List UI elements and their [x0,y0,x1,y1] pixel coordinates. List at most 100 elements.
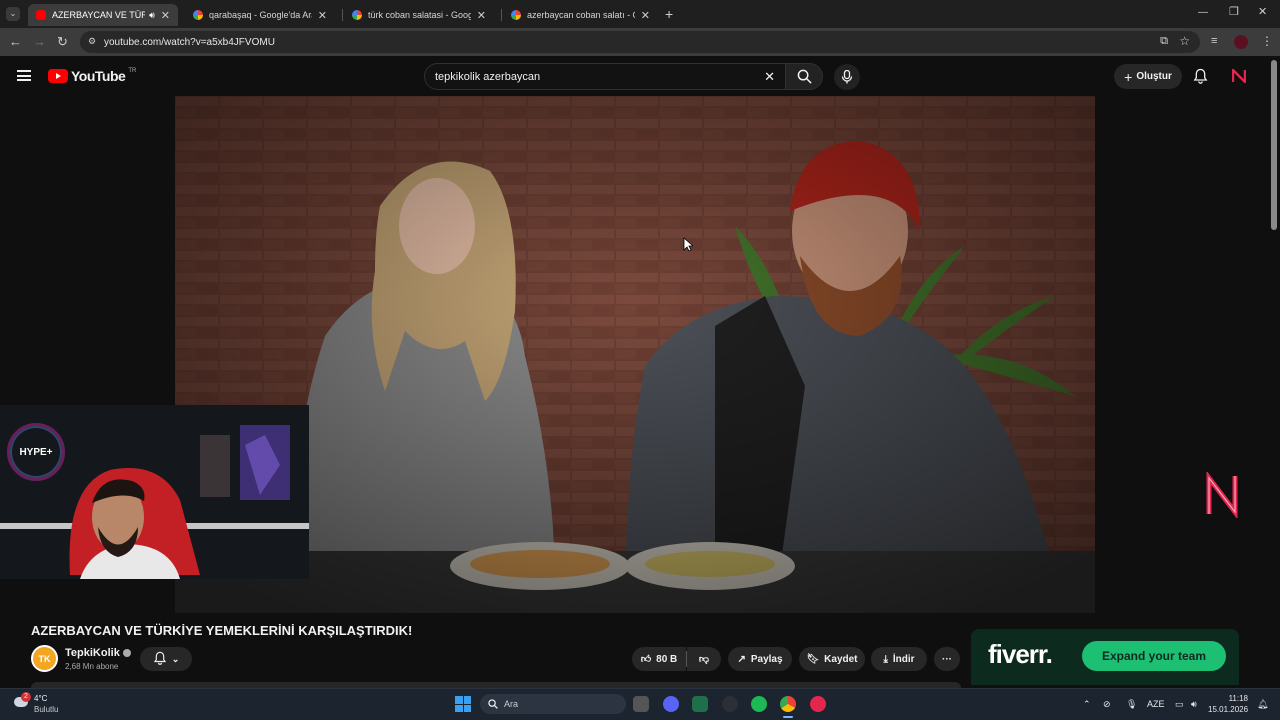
notification-subscribe-button[interactable]: ⌄ [140,647,192,671]
channel-name-text: TepkiKolik [65,647,120,659]
close-window-icon[interactable]: ✕ [1258,7,1267,18]
tab-title: AZERBAYCAN VE TÜRKİYE YEMEKLERİNİ [52,10,146,20]
tab-title: qarabaşaq - Google'da Ara [209,10,312,20]
hamburger-icon[interactable] [17,70,31,81]
new-tab-button[interactable]: + [665,7,673,21]
start-button[interactable] [455,696,471,712]
download-button[interactable]: ⤓ İndir [871,647,927,671]
close-icon[interactable]: ✕ [641,9,650,22]
task-view-icon[interactable] [633,696,649,712]
create-button[interactable]: + Oluştur [1114,64,1182,89]
sponsored-ad-banner[interactable]: fiverr. Expand your team [971,629,1239,685]
youtube-header: YouTube TR tepkikolik azerbaycan ✕ + Olu… [0,56,1280,96]
microphone-tray-icon[interactable]: 🎙︎ [1126,699,1137,710]
search-icon [488,699,498,709]
discord-icon[interactable] [663,696,679,712]
mouse-cursor-icon [683,237,693,252]
minimize-icon[interactable]: — [1198,8,1208,18]
restore-icon[interactable]: ❐ [1229,7,1239,18]
save-button[interactable]: 🔖︎ Kaydet [799,647,865,671]
share-icon: ↗ [737,653,746,665]
clear-search-icon[interactable]: ✕ [764,69,775,85]
create-label: Oluştur [1136,71,1172,82]
tab-google-1[interactable]: qarabaşaq - Google'da Ara ✕ [185,4,335,26]
tab-google-3[interactable]: azerbaycan coban salatı - Goog ✕ [503,4,658,26]
subscriber-count: 2,68 Mn abone [65,662,119,671]
youtube-play-icon [48,69,68,83]
download-label: İndir [892,653,915,665]
google-icon [511,10,521,20]
youtube-icon [36,10,46,20]
tab-google-2[interactable]: türk coban salatasi - Google'da ✕ [344,4,494,26]
close-icon[interactable]: ✕ [477,9,486,22]
channel-avatar-initials: TK [38,653,51,664]
download-icon: ⤓ [883,653,888,665]
clock[interactable]: 11:18 15.01.2026 [1208,693,1248,715]
chrome-icon[interactable] [780,696,796,712]
youtube-logo[interactable]: YouTube TR [48,68,136,84]
language-indicator[interactable]: AZE [1147,699,1165,709]
profile-avatar[interactable] [1234,35,1248,49]
hype-badge: HYPE+ [7,423,65,481]
thumbs-down-icon: 👎︎ [698,654,710,665]
forward-icon[interactable]: → [33,35,46,48]
page-scrollbar[interactable] [1271,60,1277,230]
media-control-icon[interactable]: ≡ [1211,36,1217,47]
close-icon[interactable]: ✕ [318,9,327,22]
taskbar-search[interactable]: Ara [480,694,626,714]
tab-divider [342,9,343,21]
bookmark-star-icon[interactable]: ☆ [1179,34,1190,48]
tab-youtube[interactable]: AZERBAYCAN VE TÜRKİYE YEMEKLERİNİ 🔊︎ ✕ [28,4,178,26]
voice-search-button[interactable] [834,64,860,90]
tab-search-icon[interactable]: ⌄ [6,7,20,21]
search-input[interactable]: tepkikolik azerbaycan ✕ [424,63,786,90]
reload-icon[interactable]: ↻ [57,35,68,48]
weather-badge: 2 [21,692,31,702]
tab-divider [501,9,502,21]
thumbs-up-icon: 👍︎ [640,654,652,665]
steam-icon[interactable] [722,696,738,712]
notification-center-icon[interactable]: 🔔︎ [1257,699,1268,710]
logo-text: YouTube [71,68,126,84]
address-bar[interactable]: ⚙ youtube.com/watch?v=a5xb4JFVOMU ⧉ ☆ [80,31,1200,53]
like-count: 80 B [656,653,678,665]
channel-name[interactable]: TepkiKolik [65,647,131,659]
red-app-icon[interactable] [810,696,826,712]
video-title: AZERBAYCAN VE TÜRKİYE YEMEKLERİNİ KARŞIL… [31,623,413,638]
weather-widget[interactable]: 2 4°C Bulutlu [12,692,82,718]
bell-icon [153,651,167,668]
tray-overflow-icon[interactable]: ⌃ [1083,699,1091,710]
save-label: Kaydet [824,653,858,665]
account-avatar[interactable] [1231,67,1247,85]
display-icon[interactable]: ▭ [1175,699,1184,710]
more-actions-button[interactable]: ··· [934,647,960,671]
search-button[interactable] [785,63,823,90]
active-app-indicator [783,716,793,718]
share-button[interactable]: ↗ Paylaş [728,647,792,671]
install-app-icon[interactable]: ⧉ [1160,35,1168,48]
hype-badge-text: HYPE+ [19,446,53,458]
tab-title: azerbaycan coban salatı - Goog [527,10,635,20]
region-code: TR [128,68,137,74]
notifications-bell-icon[interactable] [1193,68,1208,89]
back-icon[interactable]: ← [9,35,22,48]
volume-icon[interactable]: 🔊︎ [1191,699,1197,710]
network-icon[interactable]: ⊘ [1103,699,1111,710]
bookmark-icon: 🔖︎ [806,653,820,665]
ad-brand: fiverr. [988,639,1053,669]
url-text: youtube.com/watch?v=a5xb4JFVOMU [104,36,275,48]
taskbar-search-placeholder: Ara [504,699,519,709]
close-icon[interactable]: ✕ [161,9,170,22]
spotify-icon[interactable] [751,696,767,712]
google-icon [193,10,203,20]
android-app-icon[interactable] [692,696,708,712]
ad-cta-button[interactable]: Expand your team [1082,641,1226,671]
search-query: tepkikolik azerbaycan [435,70,541,83]
clock-date: 15.01.2026 [1208,705,1249,714]
like-button[interactable]: 👍︎ 80 B [632,647,686,671]
site-info-icon[interactable]: ⚙ [88,36,96,47]
channel-avatar[interactable]: TK [31,645,58,672]
video-player[interactable] [175,96,1095,613]
menu-icon[interactable]: ⋮ [1261,35,1273,47]
dislike-button[interactable]: 👎︎ [687,647,721,671]
